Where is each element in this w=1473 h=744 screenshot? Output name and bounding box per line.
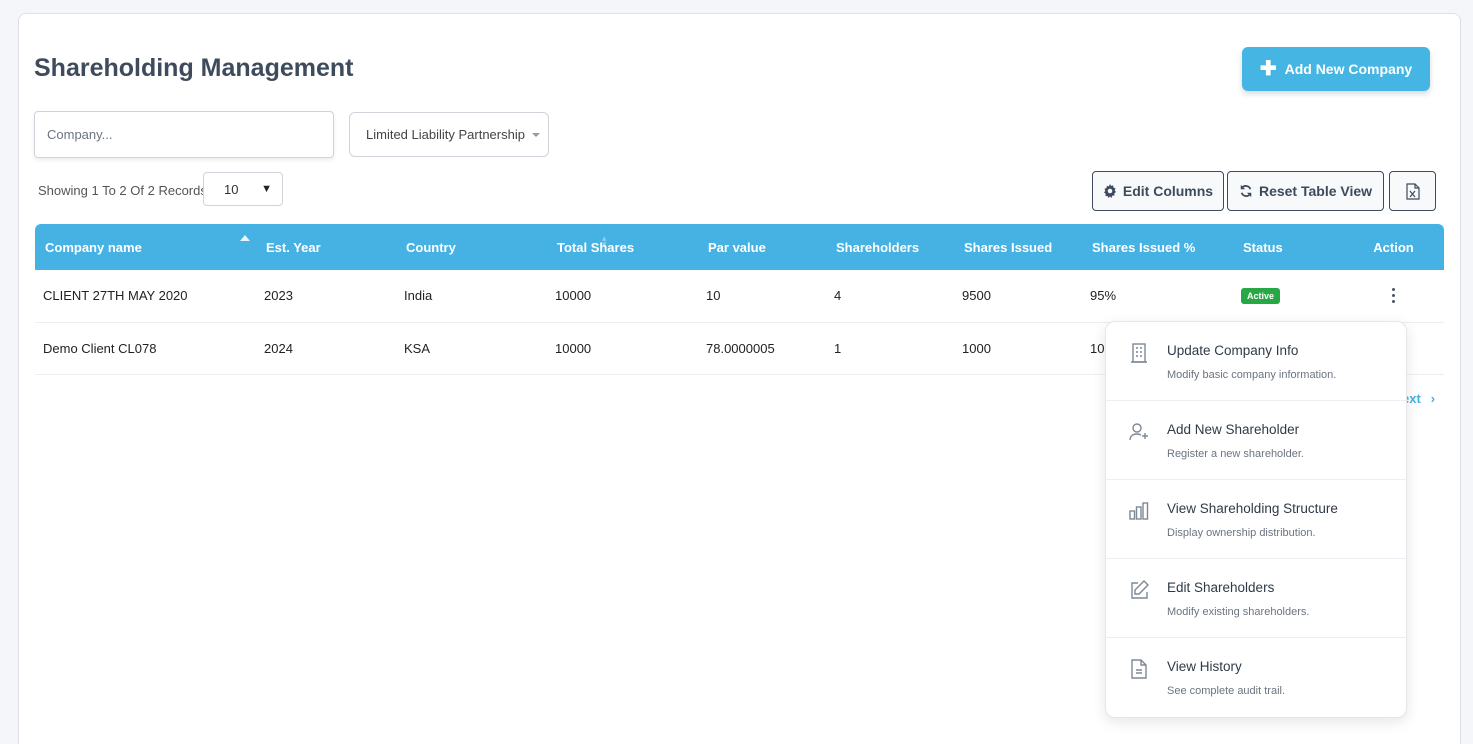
- menu-item-desc: Modify existing shareholders.: [1167, 606, 1310, 618]
- cell-shareholders: 1: [834, 340, 842, 356]
- menu-item-view-history[interactable]: View History See complete audit trail.: [1106, 638, 1406, 717]
- col-company-name[interactable]: Company name: [35, 224, 256, 270]
- menu-item-desc: Modify basic company information.: [1167, 369, 1337, 381]
- col-status: Status: [1243, 239, 1283, 255]
- cell-year: 2024: [264, 340, 293, 356]
- records-count-text: Showing 1 To 2 Of 2 Records: [38, 183, 207, 198]
- edit-icon: [1131, 580, 1149, 599]
- bar-chart-icon: [1129, 502, 1149, 520]
- menu-item-desc: Register a new shareholder.: [1167, 448, 1304, 460]
- sort-asc-icon: [240, 235, 250, 241]
- page-title: Shareholding Management: [34, 54, 354, 82]
- cell-country: KSA: [404, 340, 431, 356]
- menu-item-update-company-info[interactable]: Update Company Info Modify basic company…: [1106, 322, 1406, 401]
- menu-item-edit-shareholders[interactable]: Edit Shareholders Modify existing shareh…: [1106, 559, 1406, 638]
- edit-columns-label: Edit Columns: [1122, 183, 1214, 199]
- cell-year: 2023: [264, 288, 293, 304]
- col-country: Country: [406, 239, 456, 255]
- menu-item-add-new-shareholder[interactable]: Add New Shareholder Register a new share…: [1106, 401, 1406, 480]
- plus-icon: ✚: [1259, 58, 1277, 80]
- gear-icon: [1103, 184, 1116, 198]
- building-icon: [1131, 343, 1147, 363]
- add-new-company-button[interactable]: ✚ Add New Company: [1242, 47, 1430, 91]
- page-size-select[interactable]: 10 ▼: [203, 172, 283, 206]
- menu-item-title: View Shareholding Structure: [1167, 501, 1338, 516]
- cell-issued-pct: 95%: [1090, 288, 1117, 304]
- cell-total-shares: 10000: [555, 340, 592, 356]
- cell-action: [1343, 270, 1444, 322]
- cell-company: CLIENT 27TH MAY 2020: [43, 288, 188, 304]
- cell-shares-issued: 9500: [962, 288, 991, 304]
- refresh-icon: [1240, 184, 1252, 198]
- cell-country: India: [404, 288, 433, 304]
- cell-company: Demo Client CL078: [43, 340, 157, 356]
- cell-status: Active: [1233, 270, 1343, 322]
- status-badge: Active: [1241, 288, 1281, 305]
- col-total-shares: Total Shares: [557, 239, 635, 255]
- menu-item-title: Edit Shareholders: [1167, 580, 1275, 595]
- reset-table-view-button[interactable]: Reset Table View: [1227, 171, 1384, 211]
- table-header-row: Company name Est. Year ▴ ▾ Country Total …: [35, 224, 1444, 270]
- company-search-input[interactable]: [34, 111, 334, 158]
- document-icon: [1131, 659, 1147, 679]
- col-est-year[interactable]: Est. Year ▴ ▾: [256, 224, 607, 270]
- export-excel-button[interactable]: [1389, 171, 1436, 211]
- edit-columns-button[interactable]: Edit Columns: [1092, 171, 1224, 211]
- menu-item-title: Update Company Info: [1167, 343, 1299, 358]
- chevron-right-icon: ›: [1430, 391, 1436, 406]
- menu-item-title: Add New Shareholder: [1167, 422, 1300, 437]
- reset-table-view-label: Reset Table View: [1258, 183, 1373, 199]
- company-type-value: Limited Liability Partnership: [366, 127, 525, 142]
- page-size-value: 10: [224, 181, 239, 197]
- company-type-select[interactable]: Limited Liability Partnership: [349, 112, 549, 157]
- action-dropdown-menu: Update Company Info Modify basic company…: [1105, 321, 1407, 718]
- user-plus-icon: [1129, 423, 1148, 441]
- caret-down-icon: [531, 132, 540, 137]
- col-par-value: Par value: [708, 239, 766, 255]
- menu-item-view-shareholding-structure[interactable]: View Shareholding Structure Display owne…: [1106, 480, 1406, 559]
- cell-par-value: 78.0000005: [706, 340, 775, 356]
- cell-par-value: 10: [706, 288, 721, 304]
- menu-item-title: View History: [1167, 659, 1242, 674]
- cell-shareholders: 4: [834, 288, 842, 304]
- col-shares-issued: Shares Issued: [964, 239, 1053, 255]
- cell-shares-issued: 1000: [962, 340, 991, 356]
- col-action: Action: [1373, 239, 1414, 255]
- excel-file-icon: [1405, 182, 1420, 200]
- cell-total-shares: 10000: [555, 288, 592, 304]
- more-actions-icon[interactable]: [1351, 288, 1436, 304]
- chevron-down-icon: ▼: [261, 183, 272, 195]
- col-shareholders: Shareholders: [836, 239, 920, 255]
- menu-item-desc: See complete audit trail.: [1167, 685, 1286, 697]
- add-new-company-label: Add New Company: [1284, 61, 1413, 77]
- menu-item-desc: Display ownership distribution.: [1167, 527, 1316, 539]
- col-shares-issued-pct: Shares Issued %: [1092, 239, 1196, 255]
- table-row: CLIENT 27TH MAY 2020 2023 India 10000 10…: [35, 270, 1444, 322]
